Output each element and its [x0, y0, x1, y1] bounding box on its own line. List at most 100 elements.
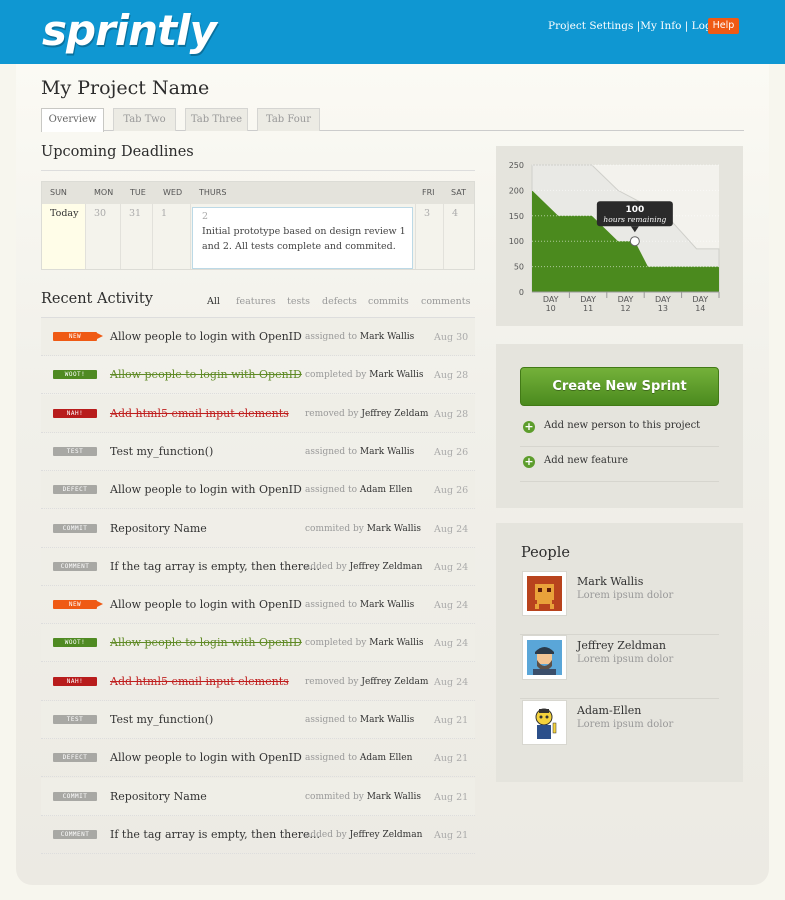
calendar-day[interactable]: 31 [121, 204, 153, 269]
calendar-day[interactable]: 3 [415, 204, 444, 269]
tab-overview[interactable]: Overview [41, 108, 104, 132]
activity-row[interactable]: COMMIT Repository Name commited by Mark Wa… [41, 777, 475, 816]
activity-user[interactable]: Mark Wallis [360, 332, 414, 342]
activity-verb: assigned to [305, 446, 358, 457]
activity-meta: assigned to Adam Ellen [305, 753, 412, 763]
activity-user[interactable]: Jeffrey Zeldman [350, 830, 423, 840]
day-label: SAT [451, 182, 466, 204]
tab-four[interactable]: Tab Four [257, 108, 320, 131]
activity-date: Aug 30 [434, 332, 469, 343]
activity-user[interactable]: Mark Wallis [360, 715, 414, 725]
activity-badge: NAH! [53, 676, 97, 686]
activity-meta: commited by Mark Wallis [305, 792, 421, 802]
help-button[interactable]: Help [708, 18, 739, 34]
activity-meta: commited by Mark Wallis [305, 524, 421, 534]
person-card[interactable]: Jeffrey Zeldman Lorem ipsum dolor [520, 635, 719, 699]
activity-row[interactable]: NAH! Add html5 email input elements remove… [41, 663, 475, 701]
filter-comments[interactable]: comments [421, 296, 471, 307]
activity-user[interactable]: Jeffrey Zeldam [361, 677, 428, 687]
y-tick-label: 200 [509, 186, 524, 195]
activity-row[interactable]: WOOT! Allow people to login with OpenID co… [41, 356, 475, 395]
create-sprint-button[interactable]: Create New Sprint [520, 367, 719, 406]
activity-title[interactable]: If the tag array is empty, then there... [110, 828, 320, 841]
activity-row[interactable]: COMMENT If the tag array is empty, then t… [41, 547, 475, 586]
add-person-link[interactable]: + Add new person to this project [520, 412, 719, 447]
activity-row[interactable]: DEFECT Allow people to login with OpenID a… [41, 471, 475, 510]
calendar-day-today[interactable]: Today [42, 204, 86, 269]
activity-user[interactable]: Adam Ellen [360, 485, 412, 495]
activity-badge: DEFECT [53, 485, 97, 495]
activity-user[interactable]: Mark Wallis [360, 447, 414, 457]
calendar-deadline-cell[interactable]: 2 Initial prototype based on design revi… [192, 207, 413, 269]
filter-features[interactable]: features [236, 296, 276, 307]
activity-title[interactable]: Allow people to login with OpenID [110, 330, 302, 343]
activity-date: Aug 28 [434, 370, 469, 382]
activity-user[interactable]: Mark Wallis [367, 524, 421, 534]
cartoon-person-avatar-icon [527, 705, 562, 740]
project-settings-link[interactable]: Project Settings [548, 20, 633, 32]
activity-user[interactable]: Mark Wallis [369, 370, 423, 380]
filter-tests[interactable]: tests [287, 296, 310, 307]
deadlines-title: Upcoming Deadlines [41, 144, 194, 160]
activity-title[interactable]: Allow people to login with OpenID [110, 751, 302, 764]
activity-title[interactable]: Allow people to login with OpenID [110, 636, 302, 649]
y-tick-label: 50 [514, 263, 524, 272]
activity-user[interactable]: Mark Wallis [367, 792, 421, 802]
activity-row[interactable]: TEST Test my_function() assigned to Mark W… [41, 433, 475, 471]
activity-badge: TEST [53, 446, 97, 456]
person-name: Mark Wallis [577, 575, 644, 588]
tab-two[interactable]: Tab Two [113, 108, 176, 131]
activity-row[interactable]: COMMENT If the tag array is empty, then t… [41, 816, 475, 854]
app-logo[interactable]: sprintly [42, 6, 217, 55]
day-label: TUE [130, 182, 146, 204]
activity-verb: completed by [305, 638, 367, 649]
activity-date: Aug 21 [434, 715, 469, 726]
activity-title[interactable]: Repository Name [110, 522, 207, 535]
activity-title[interactable]: Test my_function() [110, 713, 213, 726]
activity-row[interactable]: NEW Allow people to login with OpenID assi… [41, 318, 475, 356]
activity-date: Aug 21 [434, 753, 469, 765]
calendar-day[interactable]: 1 [153, 204, 191, 269]
activity-title[interactable]: Add html5 email input elements [110, 407, 289, 420]
activity-user[interactable]: Jeffrey Zeldam [361, 409, 428, 419]
activity-date: Aug 26 [434, 446, 469, 458]
activity-row[interactable]: WOOT! Allow people to login with OpenID co… [41, 624, 475, 663]
activity-title[interactable]: Allow people to login with OpenID [110, 368, 302, 381]
x-tick-label: 11 [583, 304, 593, 313]
tab-three[interactable]: Tab Three [185, 108, 248, 131]
activity-user[interactable]: Jeffrey Zeldman [350, 562, 423, 572]
person-card[interactable]: Mark Wallis Lorem ipsum dolor [520, 571, 719, 635]
filter-all[interactable]: All [207, 296, 220, 307]
y-tick-label: 150 [509, 212, 524, 221]
my-info-link[interactable]: My Info [640, 20, 681, 32]
activity-title[interactable]: Test my_function() [110, 445, 213, 458]
avatar[interactable] [522, 635, 567, 680]
filter-defects[interactable]: defects [322, 296, 357, 307]
calendar-day[interactable]: 4 [444, 204, 474, 269]
add-feature-link[interactable]: + Add new feature [520, 447, 719, 482]
activity-row[interactable]: NEW Allow people to login with OpenID assi… [41, 586, 475, 625]
activity-date: Aug 24 [434, 676, 469, 688]
person-card[interactable]: Adam-Ellen Lorem ipsum dolor [520, 700, 719, 764]
activity-title[interactable]: Repository Name [110, 790, 207, 803]
calendar-day[interactable]: 30 [86, 204, 121, 269]
activity-user[interactable]: Mark Wallis [360, 600, 414, 610]
activity-meta: added by Jeffrey Zeldman [305, 562, 422, 572]
add-person-label: Add new person to this project [544, 420, 701, 431]
filter-commits[interactable]: commits [368, 296, 409, 307]
activity-user[interactable]: Adam Ellen [360, 753, 412, 763]
activity-row[interactable]: COMMIT Repository Name commited by Mark Wa… [41, 510, 475, 548]
activity-row[interactable]: DEFECT Allow people to login with OpenID a… [41, 739, 475, 778]
activity-title[interactable]: Allow people to login with OpenID [110, 598, 302, 611]
activity-user[interactable]: Mark Wallis [369, 638, 423, 648]
activity-title[interactable]: If the tag array is empty, then there... [110, 560, 320, 573]
activity-badge: DEFECT [53, 753, 97, 763]
avatar[interactable] [522, 571, 567, 616]
activity-title[interactable]: Allow people to login with OpenID [110, 483, 302, 496]
activity-title[interactable]: Add html5 email input elements [110, 675, 289, 688]
activity-verb: commited by [305, 791, 364, 802]
activity-date: Aug 24 [434, 523, 469, 535]
avatar[interactable] [522, 700, 567, 745]
activity-row[interactable]: TEST Test my_function() assigned to Mark W… [41, 701, 475, 739]
activity-row[interactable]: NAH! Add html5 email input elements remove… [41, 394, 475, 433]
